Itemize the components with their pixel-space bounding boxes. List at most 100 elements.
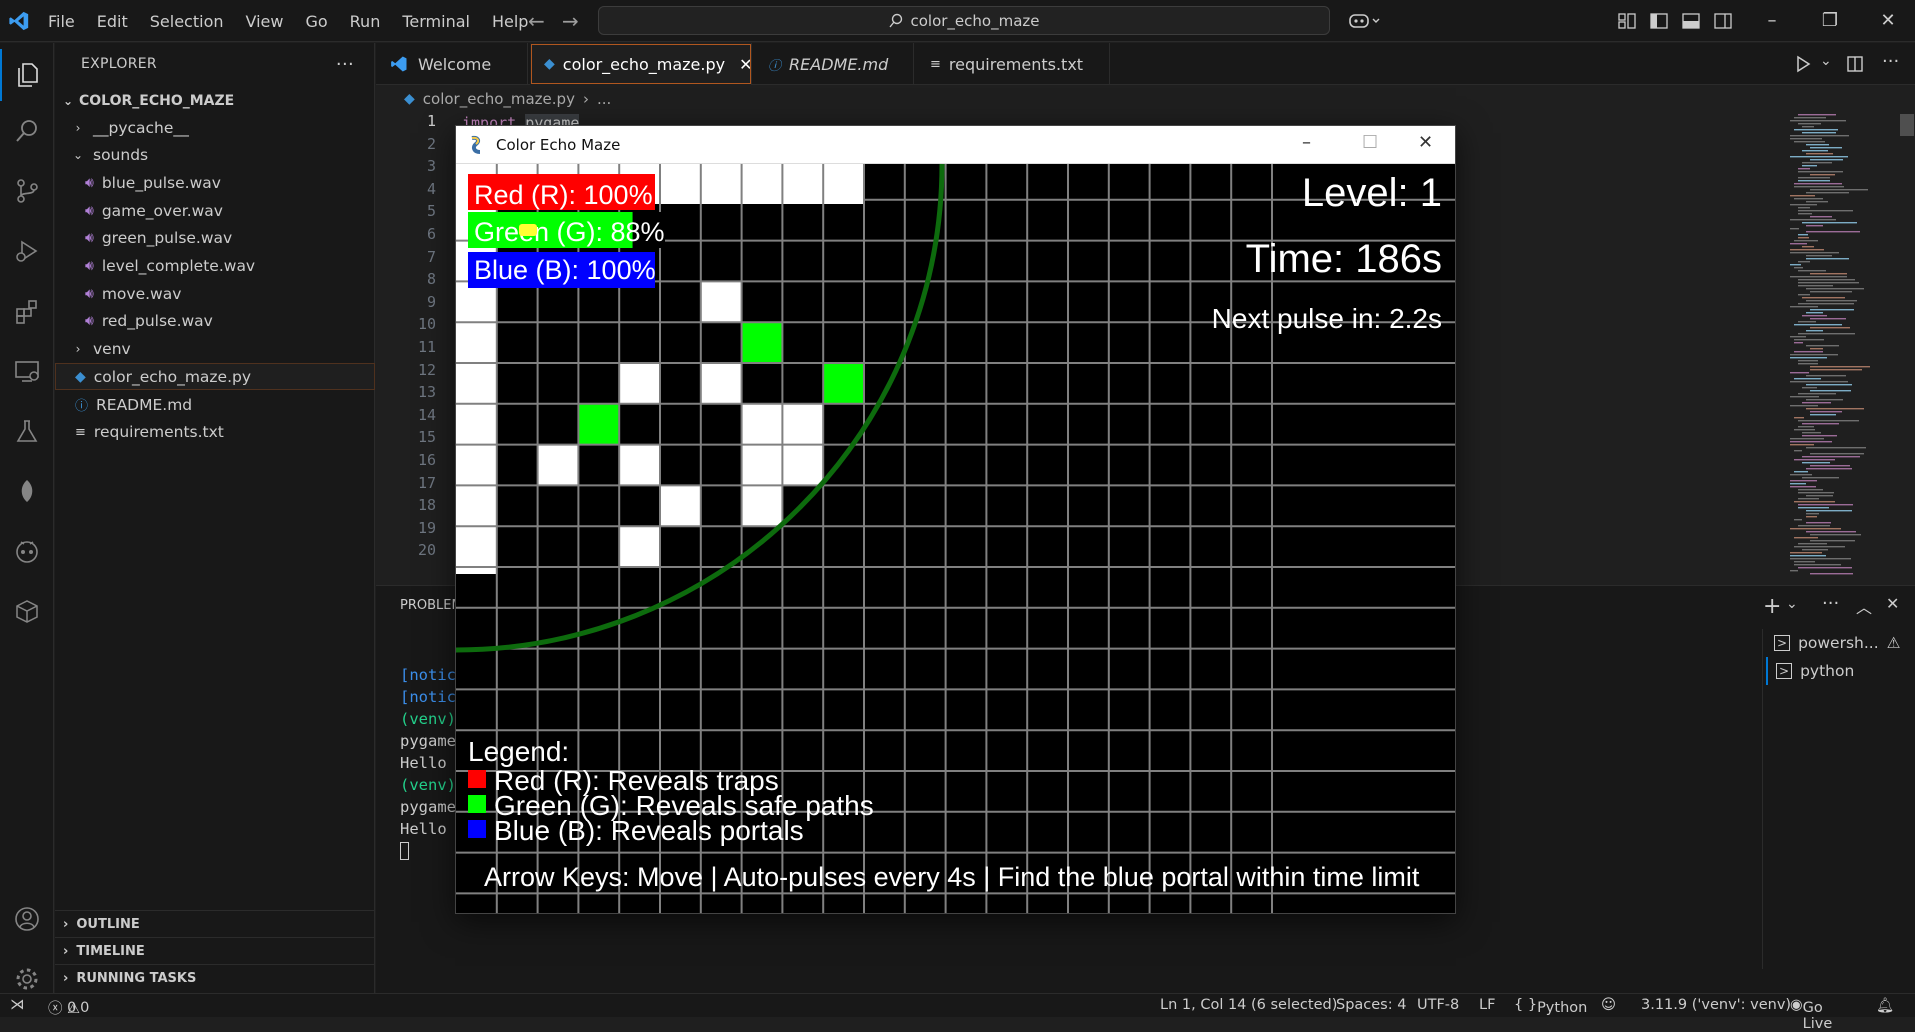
minimap-line <box>1794 519 1802 521</box>
minimap[interactable] <box>1780 112 1900 582</box>
close-panel-icon[interactable]: ✕ <box>1886 594 1899 613</box>
cursor-position[interactable]: Ln 1, Col 14 (6 selected) <box>1160 997 1337 1013</box>
indentation[interactable]: Spaces: 4 <box>1336 997 1406 1013</box>
menu-item-go[interactable]: Go <box>305 12 327 31</box>
minimap-line <box>1810 318 1846 320</box>
game-minimize-button[interactable]: – <box>1302 132 1311 153</box>
line-number: 11 <box>417 337 436 356</box>
minimap-line <box>1802 423 1839 425</box>
toggle-secondary-sidebar-icon[interactable] <box>1713 11 1733 31</box>
menu-item-edit[interactable]: Edit <box>97 12 128 31</box>
tree-item-venv[interactable]: › venv <box>55 336 375 363</box>
game-maximize-button[interactable]: ☐ <box>1362 132 1378 153</box>
toggle-primary-sidebar-icon[interactable] <box>1649 11 1669 31</box>
new-terminal-icon[interactable]: + <box>1763 594 1781 619</box>
line-number: 12 <box>417 360 436 379</box>
run-debug-icon[interactable] <box>0 225 54 277</box>
minimap-line <box>1806 408 1864 410</box>
tree-item-sounds[interactable]: ⌄ sounds <box>55 142 375 169</box>
tab-requirements[interactable]: ≡ requirements.txt <box>916 43 1110 85</box>
line-number: 15 <box>417 428 436 447</box>
tree-item-red-pulse-wav[interactable]: 🔊︎ red_pulse.wav <box>55 308 375 335</box>
running-tasks-section[interactable]: › RUNNING TASKS <box>55 964 375 991</box>
vscode-logo-icon[interactable] <box>8 10 30 32</box>
remote-explorer-icon[interactable] <box>0 345 54 397</box>
outline-section[interactable]: › OUTLINE <box>55 910 375 937</box>
tree-item-pycache[interactable]: › __pycache__ <box>55 114 375 141</box>
toggle-panel-icon[interactable] <box>1681 11 1701 31</box>
tree-item-game-over-wav[interactable]: 🔊︎ game_over.wav <box>55 197 375 224</box>
tree-item-readme-md[interactable]: ⓘ README.md <box>55 391 375 418</box>
timeline-section[interactable]: › TIMELINE <box>55 937 375 964</box>
extensions-icon[interactable] <box>0 285 54 337</box>
notifications-bell-icon[interactable]: 🔔︎ <box>1876 997 1894 1014</box>
terminal-item-python[interactable]: > python <box>1766 657 1915 685</box>
encoding[interactable]: UTF-8 <box>1417 997 1459 1013</box>
tree-item-level-complete-wav[interactable]: 🔊︎ level_complete.wav <box>55 253 375 280</box>
tree-item-green-pulse-wav[interactable]: 🔊︎ green_pulse.wav <box>55 225 375 252</box>
tree-item-move-wav[interactable]: 🔊︎ move.wav <box>55 280 375 307</box>
editor-scrollbar-thumb[interactable] <box>1900 114 1914 136</box>
panel-more-icon[interactable]: ··· <box>1822 593 1839 614</box>
copilot-icon[interactable] <box>1348 11 1382 31</box>
problems-indicator[interactable]: ⓧ 0 ⚠ 0 <box>48 997 89 1018</box>
close-tab-icon[interactable]: ✕ <box>739 55 752 74</box>
remote-indicator-icon[interactable]: ⋊ <box>10 997 25 1013</box>
tab-readme[interactable]: ⓘ README.md <box>754 43 914 85</box>
run-python-file-icon[interactable] <box>1794 55 1812 73</box>
tree-item-color-echo-maze-py[interactable]: ◆ color_echo_maze.py <box>55 363 375 391</box>
minimap-line <box>1810 366 1870 368</box>
menu-item-run[interactable]: Run <box>350 12 381 31</box>
python-interpreter[interactable]: 3.11.9 ('venv': venv) <box>1641 997 1791 1013</box>
game-close-button[interactable]: ✕ <box>1418 132 1433 153</box>
close-window-button[interactable]: ✕ <box>1866 6 1910 36</box>
minimap-line <box>1794 429 1815 431</box>
testing-flask-icon[interactable] <box>0 405 54 457</box>
line-number: 17 <box>417 473 436 492</box>
terminal-dropdown-icon[interactable]: ⌄ <box>1786 596 1798 612</box>
tab-color-echo-maze[interactable]: ◆ color_echo_maze.py ✕ <box>530 43 753 85</box>
breadcrumb-file[interactable]: color_echo_maze.py <box>423 90 575 108</box>
customize-layout-icon[interactable] <box>1617 11 1637 31</box>
source-control-icon[interactable] <box>0 165 54 217</box>
minimap-line <box>1798 489 1823 491</box>
run-dropdown-icon[interactable]: ⌄ <box>1820 53 1832 69</box>
menu-item-view[interactable]: View <box>246 12 284 31</box>
editor-more-actions-icon[interactable]: ··· <box>1882 51 1899 72</box>
terminal-item-powershell[interactable]: > powersh... ⚠ <box>1766 629 1915 657</box>
menu-item-help[interactable]: Help <box>492 12 528 31</box>
leaf-icon[interactable] <box>0 465 54 517</box>
container-box-icon[interactable] <box>0 585 54 637</box>
minimap-line <box>1790 552 1822 554</box>
back-arrow-icon[interactable]: ← <box>528 9 545 33</box>
forward-arrow-icon[interactable]: → <box>562 9 579 33</box>
menu-item-file[interactable]: File <box>48 12 75 31</box>
end-of-line[interactable]: LF <box>1479 997 1495 1013</box>
copilot-chat-icon[interactable] <box>0 525 54 577</box>
explorer-icon[interactable] <box>0 49 54 101</box>
panel-tab-problems[interactable]: PROBLEM <box>400 598 463 613</box>
breadcrumb-more[interactable]: ... <box>597 90 611 108</box>
language-mode[interactable]: { } Python <box>1514 997 1587 1016</box>
tab-welcome[interactable]: Welcome <box>376 43 528 85</box>
minimize-button[interactable]: – <box>1750 6 1794 36</box>
menu-item-selection[interactable]: Selection <box>150 12 224 31</box>
minimap-line <box>1806 513 1819 515</box>
split-editor-icon[interactable] <box>1846 55 1864 73</box>
explorer-root-folder[interactable]: ⌄ COLOR_ECHO_MAZE <box>55 87 375 114</box>
restore-button[interactable]: ❐ <box>1808 6 1852 36</box>
maximize-panel-icon[interactable]: ︿ <box>1856 594 1872 618</box>
tree-item-label: red_pulse.wav <box>101 312 213 331</box>
menu-item-terminal[interactable]: Terminal <box>402 12 470 31</box>
title-bar: File Edit Selection View Go Run Terminal Help ←… <box>0 0 1915 42</box>
command-center-search[interactable]: color_echo_maze <box>598 6 1330 35</box>
tree-item-blue-pulse-wav[interactable]: 🔊︎ blue_pulse.wav <box>55 169 375 196</box>
tree-item-requirements-txt[interactable]: ≡ requirements.txt <box>55 419 375 446</box>
go-live-button[interactable]: ◉ Go Live <box>1790 997 1832 1032</box>
more-actions-icon[interactable]: ··· <box>336 54 354 75</box>
search-icon[interactable] <box>0 105 54 157</box>
copilot-status-icon[interactable]: ☺ <box>1601 997 1616 1013</box>
accounts-icon[interactable] <box>0 893 54 945</box>
terminal-output[interactable]: [notic [notic (venv) pygame Hello (venv) pygam… <box>400 664 456 860</box>
game-canvas[interactable]: Red (R): 100% Green (G): 88% Blue (B): 1… <box>456 164 1455 913</box>
